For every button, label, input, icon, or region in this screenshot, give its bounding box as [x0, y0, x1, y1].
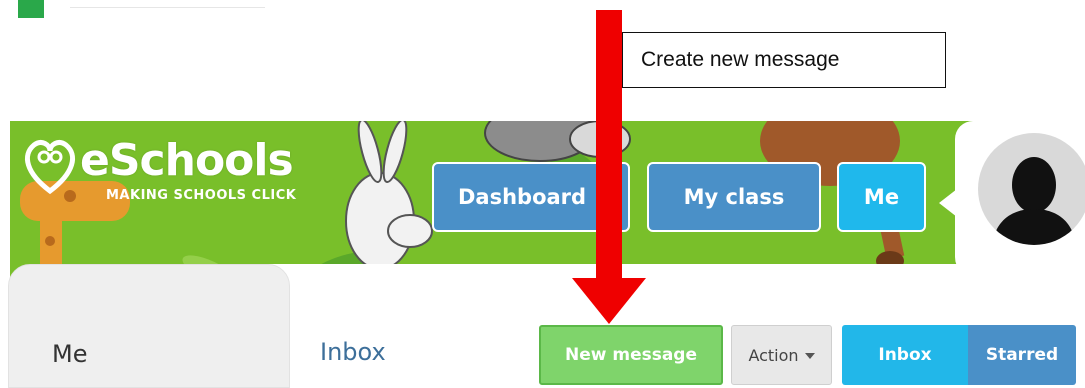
inbox-filter-label: Inbox	[878, 345, 932, 365]
new-message-button[interactable]: New message	[539, 325, 723, 385]
user-avatar[interactable]	[978, 133, 1085, 245]
page-title: Inbox	[320, 338, 386, 366]
nav-me-label: Me	[863, 185, 900, 209]
caret-down-icon	[804, 353, 815, 359]
nav-dashboard-label: Dashboard	[458, 185, 587, 209]
starred-filter-button[interactable]: Starred	[968, 325, 1076, 385]
annotation-arrow-shaft	[596, 10, 622, 280]
tab-me-label[interactable]: Me	[52, 340, 87, 368]
nav-me-button[interactable]: Me	[837, 162, 926, 232]
inbox-filter-button[interactable]: Inbox	[842, 325, 968, 385]
logo-tagline: MAKING SCHOOLS CLICK	[106, 188, 297, 203]
user-silhouette-icon	[992, 157, 1076, 245]
nav-myclass-label: My class	[683, 185, 785, 209]
annotation-callout: Create new message	[622, 32, 946, 88]
divider	[70, 7, 265, 8]
eschools-logo-icon	[18, 133, 82, 201]
annotation-arrow-head-icon	[572, 278, 646, 324]
action-label: Action	[748, 345, 799, 365]
action-dropdown-button[interactable]: Action	[731, 325, 832, 385]
logo-wordmark: eSchools	[80, 135, 294, 186]
tab-me[interactable]	[8, 264, 290, 388]
new-message-label: New message	[564, 345, 698, 365]
starred-filter-label: Starred	[985, 345, 1059, 365]
nav-myclass-button[interactable]: My class	[647, 162, 821, 232]
annotation-callout-text: Create new message	[641, 48, 840, 71]
app-icon-fragment	[18, 0, 44, 18]
